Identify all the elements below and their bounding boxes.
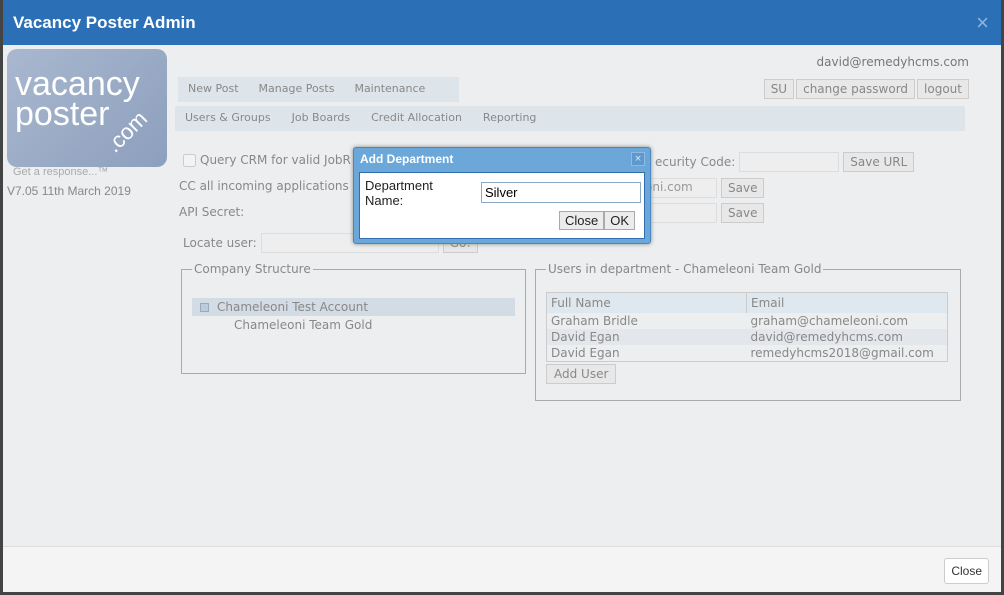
nav-maintenance[interactable]: Maintenance	[354, 82, 425, 97]
change-password-button[interactable]: change password	[796, 79, 916, 99]
column-header-email[interactable]: Email	[746, 292, 948, 313]
close-icon[interactable]: ×	[976, 10, 989, 36]
table-row[interactable]: David Egan remedyhcms2018@gmail.com	[547, 345, 948, 362]
tree-item-child[interactable]: Chameleoni Team Gold	[182, 316, 525, 334]
cc-applications-label: CC all incoming applications	[179, 179, 349, 193]
user-email: david@remedyhcms.com	[816, 55, 969, 69]
department-name-label: Department Name:	[365, 178, 433, 208]
footer: Close	[3, 546, 1001, 592]
api-secret-label: API Secret:	[179, 205, 245, 219]
query-crm-checkbox[interactable]	[183, 153, 196, 167]
su-button[interactable]: SU	[763, 79, 795, 99]
cell-name: David Egan	[551, 346, 620, 360]
tree-item-label: Chameleoni Test Account	[217, 300, 369, 314]
nav-users-groups[interactable]: Users & Groups	[185, 111, 271, 126]
save-api-button[interactable]: Save	[721, 203, 765, 223]
table-row[interactable]: David Egan david@remedyhcms.com	[546, 329, 948, 345]
api-secret-input[interactable]	[641, 203, 717, 223]
locate-user-label: Locate user:	[183, 236, 257, 250]
cell-name: Graham Bridle	[551, 314, 638, 328]
cell-email: remedyhcms2018@gmail.com	[750, 346, 934, 360]
folder-open-icon	[200, 302, 209, 312]
security-code-input[interactable]	[739, 152, 840, 172]
nav-new-post[interactable]: New Post	[188, 82, 239, 97]
save-url-button[interactable]: Save URL	[843, 152, 915, 172]
panel-legend: Company Structure	[194, 262, 311, 276]
dialog-close-button[interactable]: Close	[558, 211, 605, 230]
cc-email-input[interactable]: oni.com	[641, 178, 717, 198]
label-text: Department	[365, 178, 433, 193]
table-row[interactable]: Graham Bridle graham@chameleoni.com	[547, 313, 948, 329]
footer-close-button[interactable]: Close	[944, 558, 989, 584]
sub-nav: Users & Groups Job Boards Credit Allocat…	[175, 106, 965, 131]
dialog-close-icon[interactable]: ×	[631, 152, 645, 166]
add-department-dialog: Add Department × Department Name: Close …	[353, 147, 651, 244]
vacancy-poster-logo: vacancy poster .com	[7, 49, 167, 167]
query-crm-label: Query CRM for valid JobR	[200, 153, 351, 167]
cell-email: david@remedyhcms.com	[746, 329, 948, 345]
nav-manage-posts[interactable]: Manage Posts	[259, 82, 335, 97]
version-text: V7.05 11th March 2019	[7, 184, 131, 198]
cell-name: David Egan	[546, 329, 747, 345]
save-cc-button[interactable]: Save	[721, 178, 765, 198]
title-bar: Vacancy Poster Admin ×	[3, 0, 1001, 45]
security-code-label: ecurity Code:	[655, 155, 736, 169]
department-name-input[interactable]	[481, 182, 641, 203]
column-header-full-name[interactable]: Full Name	[546, 292, 747, 313]
company-structure-panel: Company Structure Chameleoni Test Accoun…	[181, 262, 526, 374]
logo-tagline: Get a response...™	[13, 166, 109, 178]
panel-legend: Users in department - Chameleoni Team Go…	[548, 262, 822, 276]
admin-window: Vacancy Poster Admin × vacancy poster .c…	[3, 0, 1001, 592]
dialog-title: Add Department	[360, 152, 454, 166]
window-title: Vacancy Poster Admin	[13, 13, 196, 32]
tree-item-root[interactable]: Chameleoni Test Account	[192, 298, 515, 316]
users-in-department-panel: Users in department - Chameleoni Team Go…	[535, 262, 961, 401]
nav-job-boards[interactable]: Job Boards	[292, 111, 351, 126]
logout-button[interactable]: logout	[917, 79, 969, 99]
dialog-ok-button[interactable]: OK	[604, 211, 635, 230]
cell-email: graham@chameleoni.com	[750, 314, 909, 328]
add-user-button[interactable]: Add User	[546, 364, 617, 384]
nav-reporting[interactable]: Reporting	[483, 111, 536, 126]
label-text: Name:	[365, 193, 404, 208]
main-nav: New Post Manage Posts Maintenance	[178, 77, 459, 102]
users-table: Full Name Email Graham Bridle graham@chame…	[546, 292, 948, 362]
nav-credit-allocation[interactable]: Credit Allocation	[371, 111, 462, 126]
